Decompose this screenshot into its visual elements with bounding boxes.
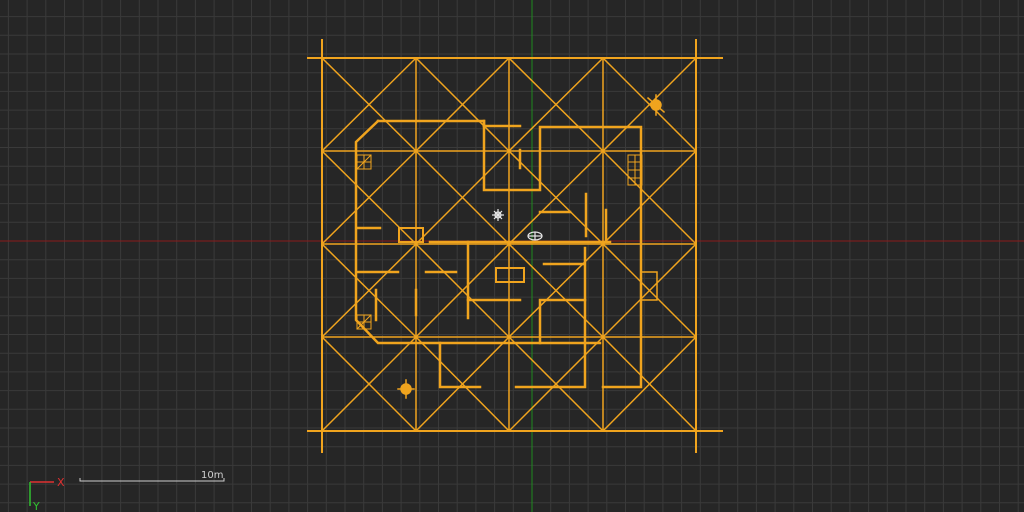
- sun-light-icon[interactable]: [492, 209, 504, 221]
- stairs-top-left[interactable]: [356, 154, 372, 170]
- axis-gizmo: X Y: [29, 476, 65, 512]
- stairs-bottom-left[interactable]: [356, 314, 372, 330]
- light-marker-bottom-left[interactable]: [397, 379, 415, 399]
- axis-x-label: X: [57, 476, 65, 489]
- table-block[interactable]: [495, 267, 525, 283]
- light-marker-top-right[interactable]: [646, 94, 666, 116]
- camera-icon[interactable]: [527, 231, 543, 241]
- top-view-viewport[interactable]: 10m X Y: [0, 0, 1024, 512]
- viewport-grid: [0, 0, 1024, 512]
- axis-y-label: Y: [32, 500, 40, 512]
- scale-bar-label: 10m: [201, 470, 223, 481]
